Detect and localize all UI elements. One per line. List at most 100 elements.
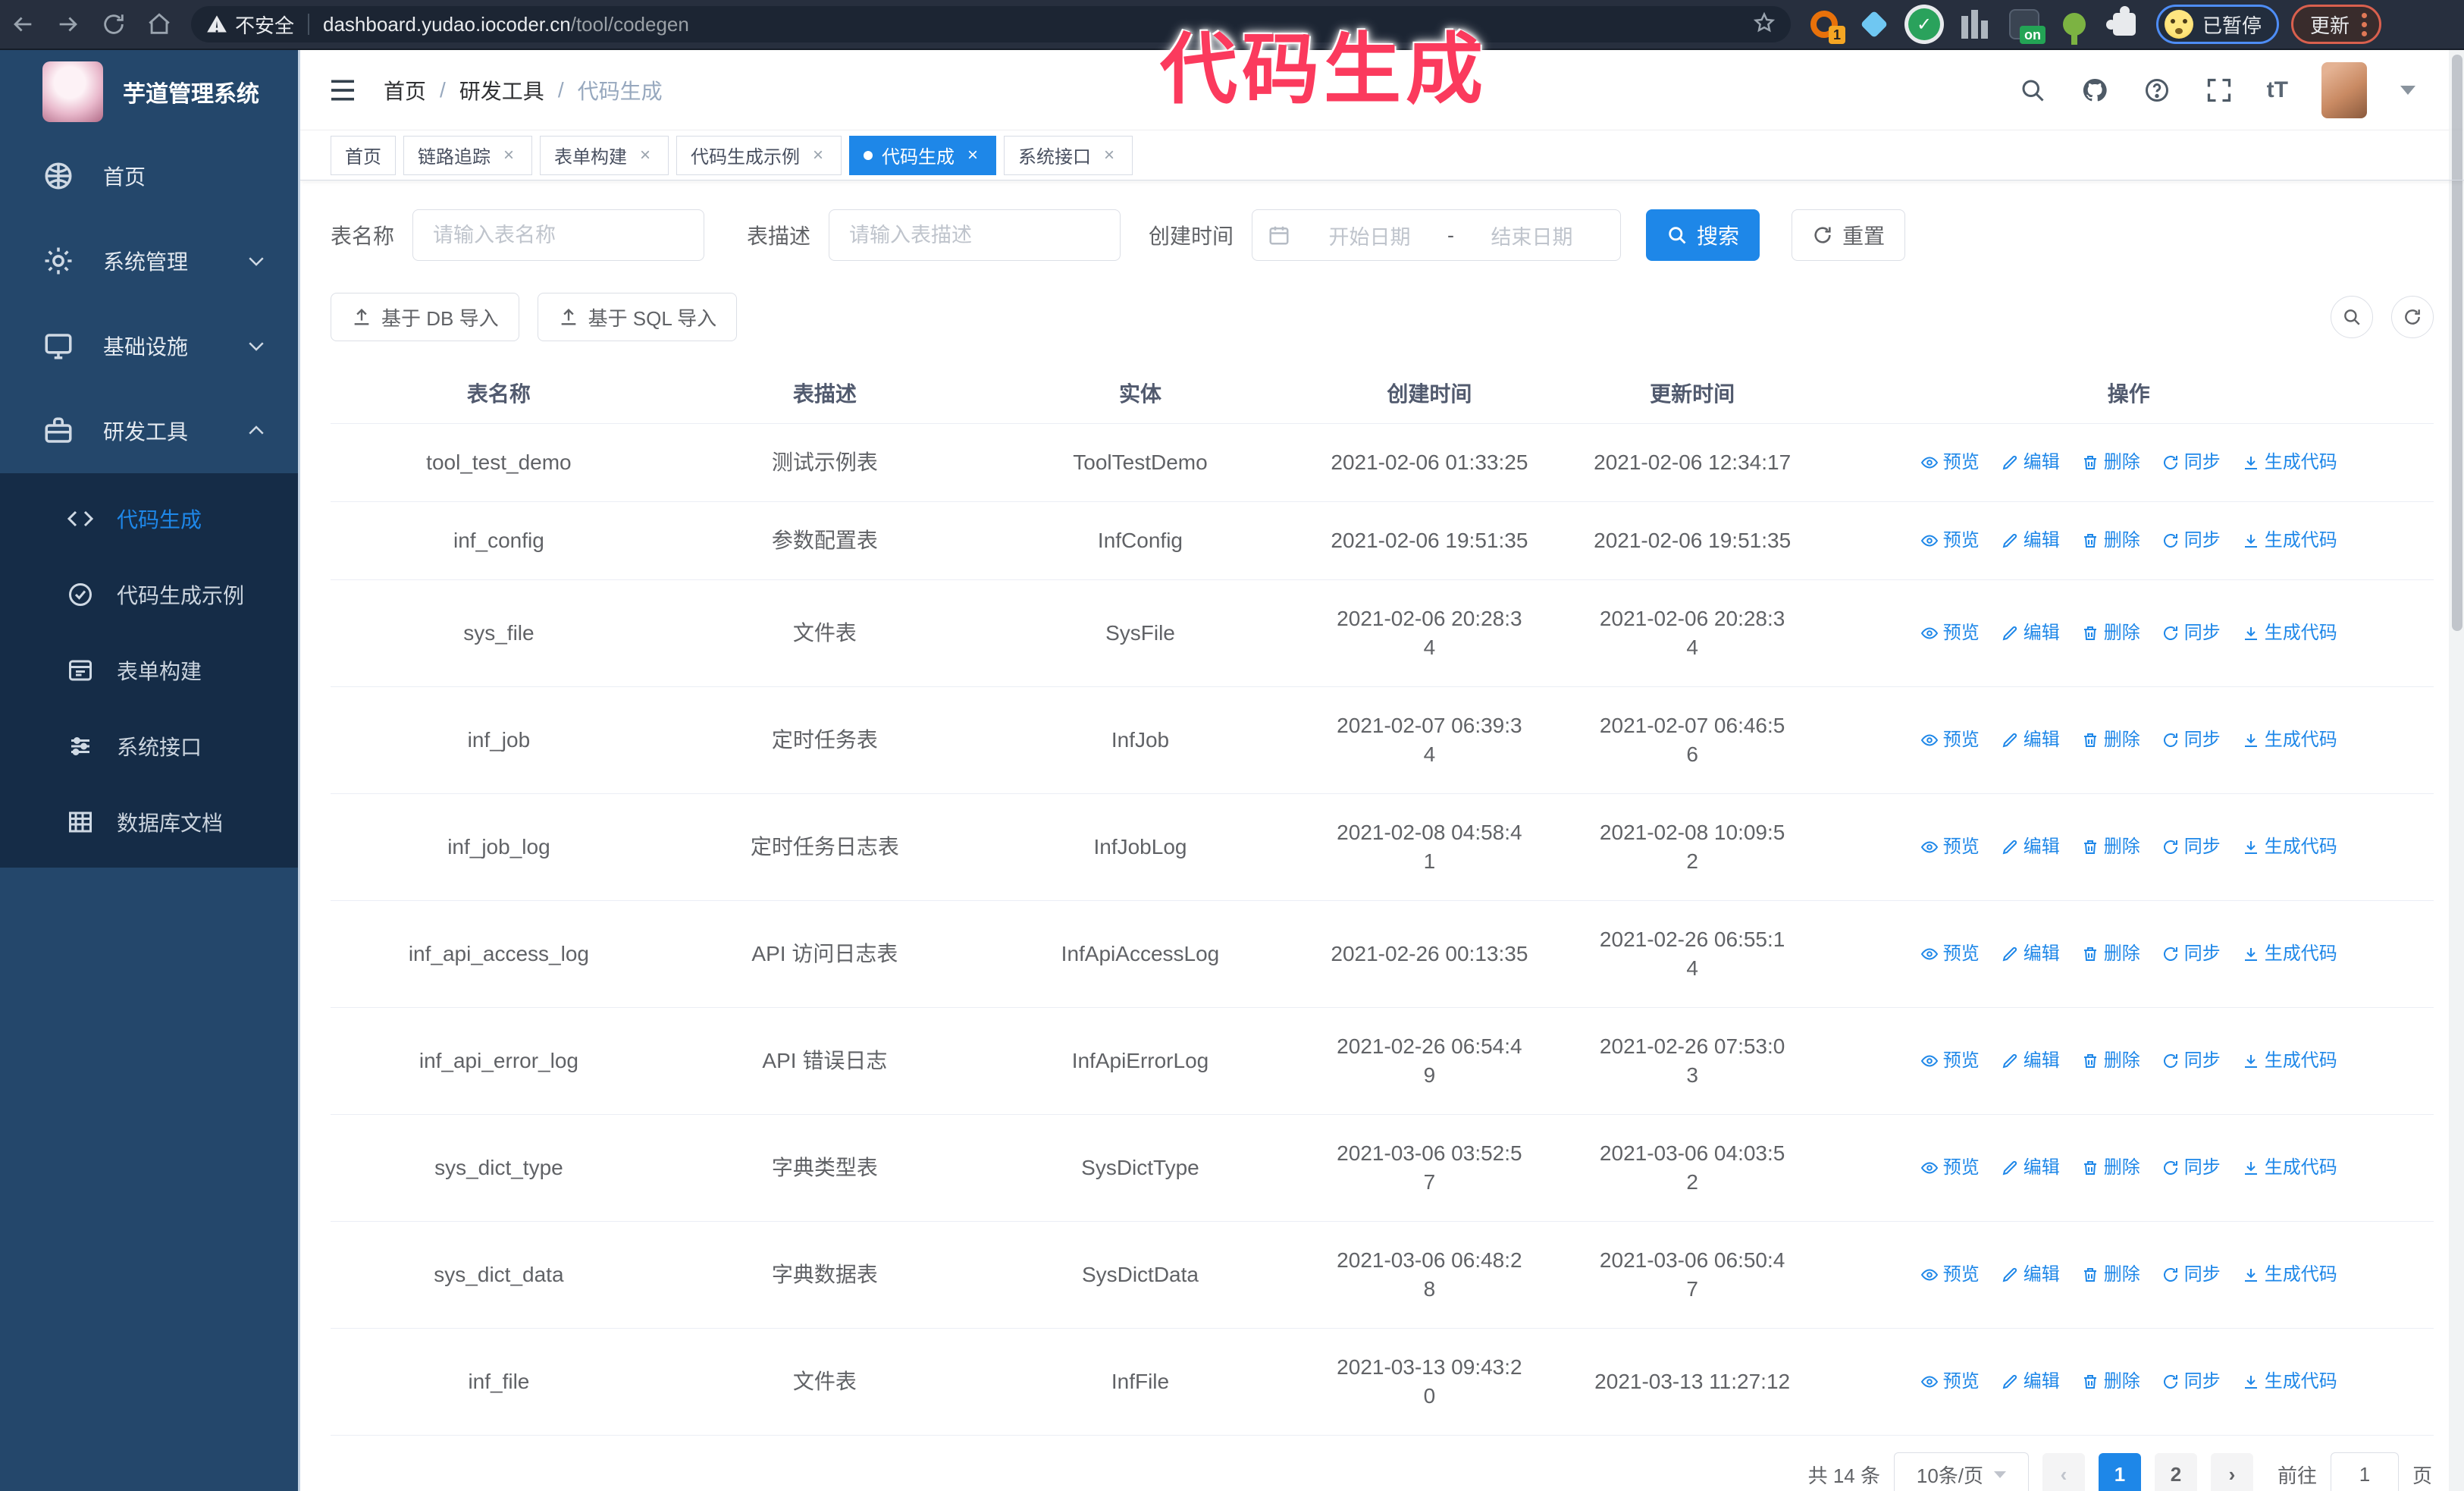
action-eye[interactable]: 预览 — [1920, 1260, 1980, 1289]
extensions-puzzle-button[interactable] — [2105, 5, 2144, 44]
action-eye[interactable]: 预览 — [1920, 1154, 1980, 1182]
back-button[interactable] — [0, 3, 45, 46]
tab-代码生成[interactable]: 代码生成 × — [849, 135, 996, 175]
date-range-input[interactable]: 开始日期 - 结束日期 — [1252, 209, 1622, 261]
action-edit[interactable]: 编辑 — [2001, 619, 2060, 648]
help-icon[interactable] — [2143, 76, 2171, 105]
tab-系统接口[interactable]: 系统接口 × — [1004, 135, 1133, 175]
action-eye[interactable]: 预览 — [1920, 833, 1980, 862]
action-eye[interactable]: 预览 — [1920, 940, 1980, 968]
action-sync[interactable]: 同步 — [2161, 726, 2221, 755]
action-sync[interactable]: 同步 — [2161, 526, 2221, 555]
action-sync[interactable]: 同步 — [2161, 1260, 2221, 1289]
close-tab-icon[interactable]: × — [636, 146, 654, 165]
close-tab-icon[interactable]: × — [964, 146, 982, 165]
update-button[interactable]: 更新 — [2291, 5, 2382, 44]
action-sync[interactable]: 同步 — [2161, 940, 2221, 968]
action-trash[interactable]: 删除 — [2081, 1154, 2140, 1182]
forward-button[interactable] — [45, 3, 91, 46]
home-button[interactable] — [136, 3, 182, 46]
address-bar[interactable]: 不安全 dashboard.yudao.iocoder.cn /tool/cod… — [191, 6, 1791, 42]
action-eye[interactable]: 预览 — [1920, 448, 1980, 477]
reload-button[interactable] — [91, 3, 136, 46]
table-name-input[interactable] — [412, 209, 705, 261]
action-download[interactable]: 生成代码 — [2242, 1260, 2337, 1289]
action-sync[interactable]: 同步 — [2161, 833, 2221, 862]
extension-dark[interactable]: on — [2005, 5, 2045, 44]
sql-import-button[interactable]: 基于 SQL 导入 — [537, 293, 738, 341]
toggle-search-button[interactable] — [2331, 296, 2373, 338]
action-download[interactable]: 生成代码 — [2242, 1154, 2337, 1182]
submenu-item-code[interactable]: 代码生成 — [0, 481, 298, 557]
action-download[interactable]: 生成代码 — [2242, 1047, 2337, 1075]
action-edit[interactable]: 编辑 — [2001, 726, 2060, 755]
action-eye[interactable]: 预览 — [1920, 619, 1980, 648]
next-page-button[interactable]: › — [2210, 1453, 2253, 1491]
sidebar-item-toolbox[interactable]: 研发工具 — [0, 388, 298, 473]
action-trash[interactable]: 删除 — [2081, 526, 2140, 555]
submenu-item-db-doc[interactable]: 数据库文档 — [0, 784, 298, 860]
tab-链路追踪[interactable]: 链路追踪 × — [403, 135, 532, 175]
action-edit[interactable]: 编辑 — [2001, 940, 2060, 968]
action-sync[interactable]: 同步 — [2161, 448, 2221, 477]
action-trash[interactable]: 删除 — [2081, 619, 2140, 648]
close-tab-icon[interactable]: × — [1100, 146, 1118, 165]
close-tab-icon[interactable]: × — [809, 146, 827, 165]
action-trash[interactable]: 删除 — [2081, 1047, 2140, 1075]
profile-chip[interactable]: 已暂停 — [2156, 5, 2280, 44]
action-download[interactable]: 生成代码 — [2242, 526, 2337, 555]
action-download[interactable]: 生成代码 — [2242, 726, 2337, 755]
action-download[interactable]: 生成代码 — [2242, 1367, 2337, 1396]
action-edit[interactable]: 编辑 — [2001, 526, 2060, 555]
action-download[interactable]: 生成代码 — [2242, 619, 2337, 648]
page-button[interactable]: 1 — [2098, 1453, 2141, 1491]
fullscreen-icon[interactable] — [2205, 76, 2234, 105]
action-download[interactable]: 生成代码 — [2242, 448, 2337, 477]
action-trash[interactable]: 删除 — [2081, 1260, 2140, 1289]
goto-page-input[interactable] — [2330, 1452, 2399, 1491]
page-size-select[interactable]: 10条/页 — [1893, 1452, 2029, 1491]
action-download[interactable]: 生成代码 — [2242, 833, 2337, 862]
action-eye[interactable]: 预览 — [1920, 726, 1980, 755]
action-sync[interactable]: 同步 — [2161, 619, 2221, 648]
action-sync[interactable]: 同步 — [2161, 1154, 2221, 1182]
action-sync[interactable]: 同步 — [2161, 1047, 2221, 1075]
action-sync[interactable]: 同步 — [2161, 1367, 2221, 1396]
action-eye[interactable]: 预览 — [1920, 1047, 1980, 1075]
extension-gem[interactable] — [1854, 5, 1894, 44]
user-avatar[interactable] — [2321, 61, 2367, 118]
action-edit[interactable]: 编辑 — [2001, 1367, 2060, 1396]
sidebar-item-dashboard[interactable]: 首页 — [0, 133, 298, 218]
submenu-item-badge-check[interactable]: 代码生成示例 — [0, 557, 298, 632]
action-trash[interactable]: 删除 — [2081, 726, 2140, 755]
action-edit[interactable]: 编辑 — [2001, 833, 2060, 862]
scrollbar[interactable] — [2449, 50, 2464, 1491]
action-edit[interactable]: 编辑 — [2001, 448, 2060, 477]
action-eye[interactable]: 预览 — [1920, 526, 1980, 555]
action-trash[interactable]: 删除 — [2081, 1367, 2140, 1396]
db-import-button[interactable]: 基于 DB 导入 — [331, 293, 519, 341]
sidebar-item-gear[interactable]: 系统管理 — [0, 218, 298, 303]
menu-dots-icon[interactable] — [2362, 12, 2368, 36]
bookmark-star-icon[interactable] — [1753, 11, 1776, 38]
extension-key[interactable] — [2055, 5, 2094, 45]
font-size-icon[interactable]: tT — [2267, 77, 2288, 103]
chevron-down-icon[interactable] — [2400, 85, 2415, 95]
action-edit[interactable]: 编辑 — [2001, 1260, 2060, 1289]
action-trash[interactable]: 删除 — [2081, 448, 2140, 477]
sidebar-item-monitor[interactable]: 基础设施 — [0, 303, 298, 388]
action-edit[interactable]: 编辑 — [2001, 1047, 2060, 1075]
reset-button[interactable]: 重置 — [1792, 209, 1906, 261]
tab-表单构建[interactable]: 表单构建 × — [540, 135, 669, 175]
breadcrumb-section[interactable]: 研发工具 — [459, 75, 544, 105]
action-trash[interactable]: 删除 — [2081, 940, 2140, 968]
page-button[interactable]: 2 — [2154, 1453, 2197, 1491]
submenu-item-form[interactable]: 表单构建 — [0, 632, 298, 708]
github-icon[interactable] — [2080, 76, 2109, 105]
action-eye[interactable]: 预览 — [1920, 1367, 1980, 1396]
extension-columns[interactable] — [1955, 5, 1994, 44]
tab-首页[interactable]: 首页 — [331, 135, 396, 175]
breadcrumb-home[interactable]: 首页 — [384, 75, 426, 105]
extension-green-check[interactable]: ✓ — [1904, 5, 1944, 44]
table-desc-input[interactable] — [829, 209, 1121, 261]
